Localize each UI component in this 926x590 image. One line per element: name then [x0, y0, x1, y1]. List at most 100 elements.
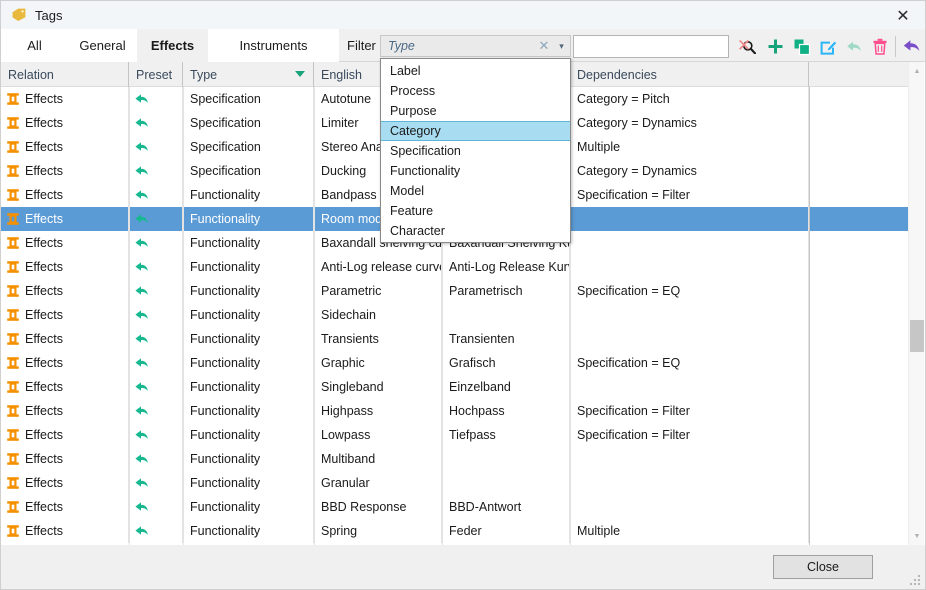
scrollbar-thumb[interactable]	[910, 320, 924, 352]
cell-english[interactable]: Anti-Log release curve	[314, 255, 442, 279]
cell-deps[interactable]: Specification = EQ	[570, 351, 809, 375]
cell-type[interactable]: Specification	[183, 159, 314, 183]
cell-extra[interactable]	[809, 423, 909, 447]
cell-deps[interactable]: Multiple	[570, 135, 809, 159]
search-input[interactable]	[574, 38, 742, 55]
cell-relation[interactable]: Effects	[1, 255, 129, 279]
cell-relation[interactable]: Effects	[1, 159, 129, 183]
table-row[interactable]: Effects Functionality BBD Response BBD-Antw…	[1, 495, 909, 519]
cell-type[interactable]: Functionality	[183, 207, 314, 231]
cell-type[interactable]: Specification	[183, 135, 314, 159]
dropdown-item-specification[interactable]: Specification	[381, 141, 570, 161]
cell-german[interactable]: BBD-Antwort	[442, 495, 570, 519]
duplicate-button[interactable]	[789, 34, 814, 59]
dropdown-item-model[interactable]: Model	[381, 181, 570, 201]
column-header-extra[interactable]	[809, 62, 909, 87]
tab-general[interactable]: General	[69, 29, 137, 62]
edit-button[interactable]	[815, 34, 840, 59]
cell-type[interactable]: Specification	[183, 111, 314, 135]
dropdown-item-functionality[interactable]: Functionality	[381, 161, 570, 181]
cell-relation[interactable]: Effects	[1, 87, 129, 111]
cell-deps[interactable]	[570, 327, 809, 351]
column-header-type[interactable]: Type	[183, 62, 314, 87]
column-header-preset[interactable]: Preset	[129, 62, 183, 87]
filter-type-combobox[interactable]: Type ✕ ▾	[380, 35, 571, 57]
cell-type[interactable]: Functionality	[183, 351, 314, 375]
undo-button[interactable]	[841, 34, 866, 59]
column-header-relation[interactable]: Relation	[1, 62, 129, 87]
table-row[interactable]: Effects Functionality Transients Transiente…	[1, 327, 909, 351]
table-row[interactable]: Effects Functionality Parametric Parametris…	[1, 279, 909, 303]
cell-relation[interactable]: Effects	[1, 447, 129, 471]
cell-deps[interactable]	[570, 471, 809, 495]
cell-type[interactable]: Functionality	[183, 327, 314, 351]
cell-extra[interactable]	[809, 399, 909, 423]
dropdown-item-category[interactable]: Category	[381, 121, 570, 141]
cell-english[interactable]: Parametric	[314, 279, 442, 303]
cell-german[interactable]	[442, 447, 570, 471]
cell-extra[interactable]	[809, 351, 909, 375]
tab-instruments[interactable]: Instruments	[209, 29, 339, 62]
search-box[interactable]	[573, 35, 756, 58]
cell-relation[interactable]: Effects	[1, 231, 129, 255]
cell-extra[interactable]	[809, 183, 909, 207]
cell-relation[interactable]: Effects	[1, 327, 129, 351]
cell-extra[interactable]	[809, 87, 909, 111]
cell-relation[interactable]: Effects	[1, 207, 129, 231]
cell-extra[interactable]	[809, 327, 909, 351]
cell-german[interactable]: Einzelband	[442, 375, 570, 399]
cell-english[interactable]: Granular	[314, 471, 442, 495]
cell-extra[interactable]	[809, 519, 909, 543]
cell-deps[interactable]	[570, 207, 809, 231]
cell-english[interactable]: Lowpass	[314, 423, 442, 447]
cell-english[interactable]: Transients	[314, 327, 442, 351]
cell-deps[interactable]: Specification = EQ	[570, 279, 809, 303]
column-header-dependencies[interactable]: Dependencies	[570, 62, 809, 87]
cell-type[interactable]: Functionality	[183, 303, 314, 327]
cell-german[interactable]: Anti-Log Release Kurve	[442, 255, 570, 279]
cell-extra[interactable]	[809, 111, 909, 135]
cell-type[interactable]: Functionality	[183, 447, 314, 471]
cell-deps[interactable]	[570, 303, 809, 327]
cell-deps[interactable]: Multiple	[570, 519, 809, 543]
dropdown-item-process[interactable]: Process	[381, 81, 570, 101]
table-row[interactable]: Effects Functionality Singleband Einzelband	[1, 375, 909, 399]
tab-all[interactable]: All	[1, 29, 69, 62]
cell-german[interactable]: Feder	[442, 519, 570, 543]
search-clear-icon[interactable]: ✕	[734, 36, 754, 56]
cell-german[interactable]	[442, 471, 570, 495]
cell-relation[interactable]: Effects	[1, 135, 129, 159]
cell-deps[interactable]	[570, 375, 809, 399]
cell-german[interactable]: Parametrisch	[442, 279, 570, 303]
table-row[interactable]: Effects Functionality Lowpass Tiefpass Speci…	[1, 423, 909, 447]
window-close-icon[interactable]: ✕	[881, 1, 925, 29]
cell-relation[interactable]: Effects	[1, 471, 129, 495]
cell-deps[interactable]: Category = Dynamics	[570, 159, 809, 183]
cell-extra[interactable]	[809, 231, 909, 255]
cell-deps[interactable]: Category = Pitch	[570, 87, 809, 111]
table-row[interactable]: Effects Functionality Multiband	[1, 447, 909, 471]
add-button[interactable]	[763, 34, 788, 59]
cell-type[interactable]: Functionality	[183, 423, 314, 447]
cell-german[interactable]: Tiefpass	[442, 423, 570, 447]
cell-english[interactable]: Sidechain	[314, 303, 442, 327]
cell-english[interactable]: Singleband	[314, 375, 442, 399]
cell-relation[interactable]: Effects	[1, 279, 129, 303]
cell-english[interactable]: Multiband	[314, 447, 442, 471]
cell-type[interactable]: Specification	[183, 87, 314, 111]
cell-extra[interactable]	[809, 447, 909, 471]
cell-relation[interactable]: Effects	[1, 519, 129, 543]
cell-type[interactable]: Functionality	[183, 279, 314, 303]
vertical-scrollbar[interactable]: ▲ ▼	[908, 62, 924, 546]
table-row[interactable]: Effects Functionality Highpass Hochpass Spec…	[1, 399, 909, 423]
cell-english[interactable]: BBD Response	[314, 495, 442, 519]
cell-deps[interactable]: Specification = Filter	[570, 183, 809, 207]
table-row[interactable]: Effects Functionality Spring Feder Multiple	[1, 519, 909, 543]
cell-extra[interactable]	[809, 471, 909, 495]
close-button[interactable]: Close	[773, 555, 873, 579]
cell-german[interactable]: Grafisch	[442, 351, 570, 375]
resize-grip[interactable]	[908, 573, 922, 587]
cell-german[interactable]	[442, 303, 570, 327]
cell-type[interactable]: Functionality	[183, 183, 314, 207]
cell-english[interactable]: Spring	[314, 519, 442, 543]
